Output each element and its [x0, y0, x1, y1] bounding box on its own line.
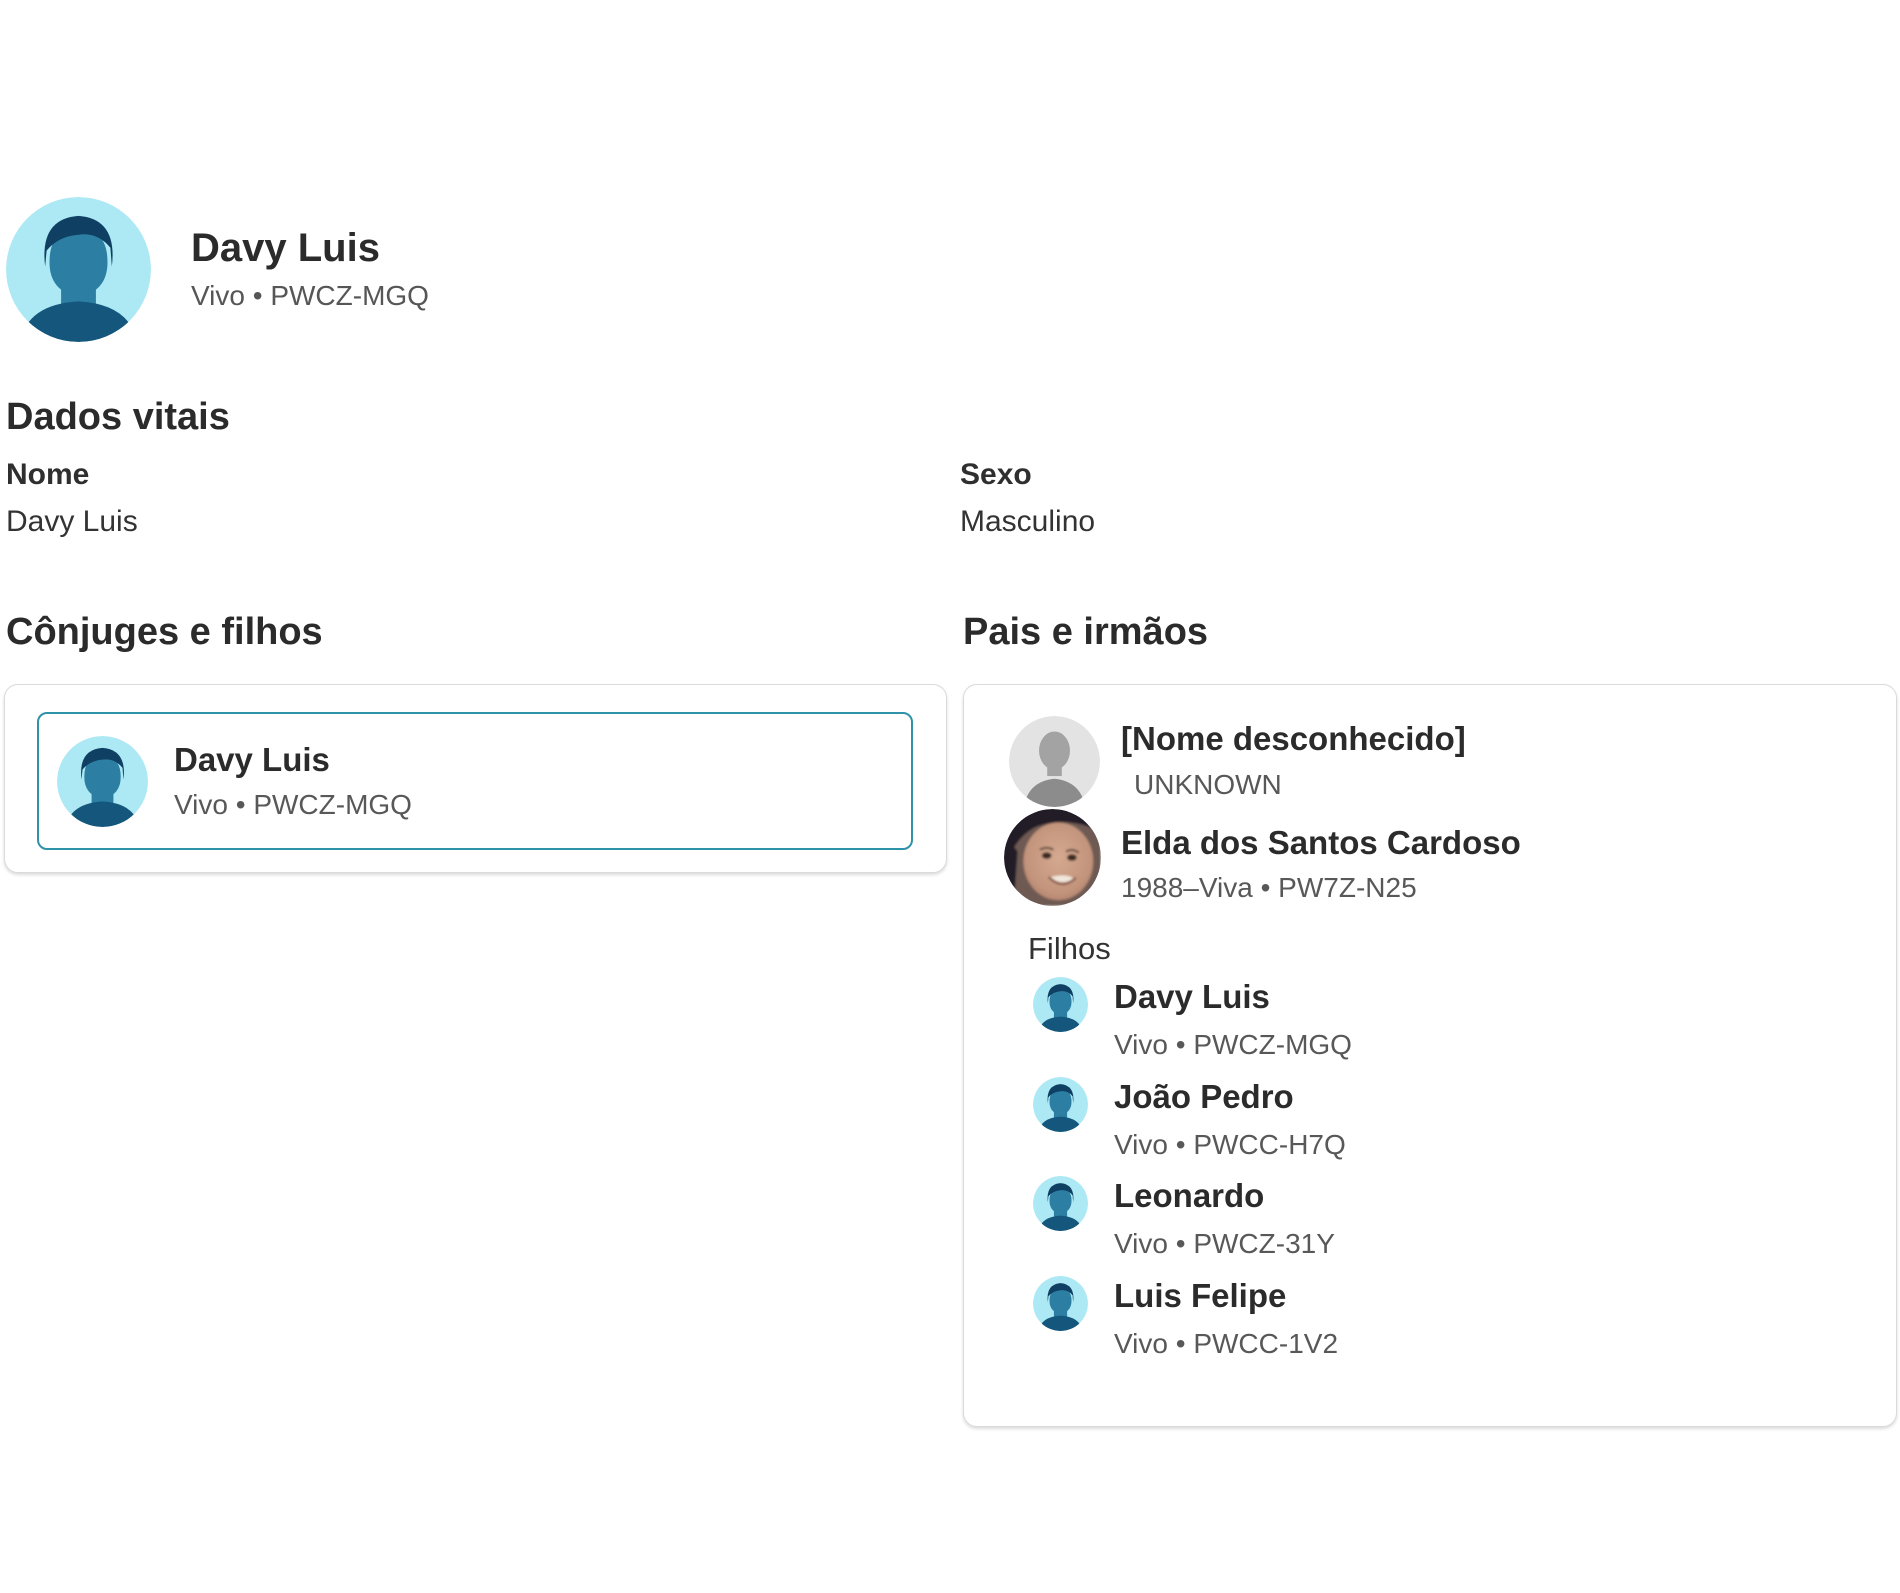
field-value-nome: Davy Luis — [6, 505, 138, 539]
selected-person-text: Davy Luis Vivo • PWCZ-MGQ — [174, 741, 412, 822]
male-avatar-icon — [1033, 977, 1088, 1032]
child-name: Davy Luis — [1114, 977, 1270, 1017]
person-name: Davy Luis — [174, 741, 412, 779]
child-row[interactable]: Davy Luis Vivo • PWCZ-MGQ — [1033, 973, 1793, 1069]
male-avatar-icon — [57, 736, 148, 827]
mother-status: 1988–Viva • PW7Z-N25 — [1121, 872, 1417, 904]
page-title: Davy Luis — [191, 224, 429, 272]
male-avatar-icon — [1033, 1077, 1088, 1132]
spouses-heading: Cônjuges e filhos — [6, 611, 323, 654]
child-row[interactable]: João Pedro Vivo • PWCC-H7Q — [1033, 1073, 1793, 1169]
male-avatar-icon — [1033, 1176, 1088, 1231]
child-name: Luis Felipe — [1114, 1276, 1286, 1316]
field-label-nome: Nome — [6, 458, 89, 492]
child-status: Vivo • PWCC-1V2 — [1114, 1328, 1338, 1360]
child-status: Vivo • PWCZ-MGQ — [1114, 1029, 1352, 1061]
child-row[interactable]: Luis Felipe Vivo • PWCC-1V2 — [1033, 1272, 1793, 1368]
vitals-heading: Dados vitais — [6, 396, 230, 439]
field-label-sexo: Sexo — [960, 458, 1032, 492]
male-avatar-icon[interactable] — [6, 197, 151, 342]
unknown-avatar-icon[interactable] — [1009, 716, 1100, 807]
photo-avatar[interactable] — [1004, 809, 1101, 906]
father-name[interactable]: [Nome desconhecido] — [1121, 719, 1466, 759]
selected-person-card[interactable]: Davy Luis Vivo • PWCZ-MGQ — [37, 712, 913, 850]
person-header: Davy Luis Vivo • PWCZ-MGQ — [6, 197, 429, 342]
mother-name[interactable]: Elda dos Santos Cardoso — [1121, 823, 1521, 863]
father-status: UNKNOWN — [1134, 769, 1282, 801]
child-name: Leonardo — [1114, 1176, 1264, 1216]
child-row[interactable]: Leonardo Vivo • PWCZ-31Y — [1033, 1172, 1793, 1268]
person-header-text: Davy Luis Vivo • PWCZ-MGQ — [191, 224, 429, 316]
parents-card: [Nome desconhecido] UNKNOWN — [963, 684, 1897, 1427]
person-status: Vivo • PWCZ-MGQ — [191, 276, 429, 316]
child-status: Vivo • PWCZ-31Y — [1114, 1228, 1335, 1260]
field-value-sexo: Masculino — [960, 505, 1095, 539]
children-label: Filhos — [1028, 931, 1111, 967]
child-name: João Pedro — [1114, 1077, 1294, 1117]
parents-heading: Pais e irmãos — [963, 611, 1208, 654]
male-avatar-icon — [1033, 1276, 1088, 1331]
spouses-card: Davy Luis Vivo • PWCZ-MGQ — [4, 684, 947, 873]
child-status: Vivo • PWCC-H7Q — [1114, 1129, 1346, 1161]
person-status: Vivo • PWCZ-MGQ — [174, 788, 412, 822]
